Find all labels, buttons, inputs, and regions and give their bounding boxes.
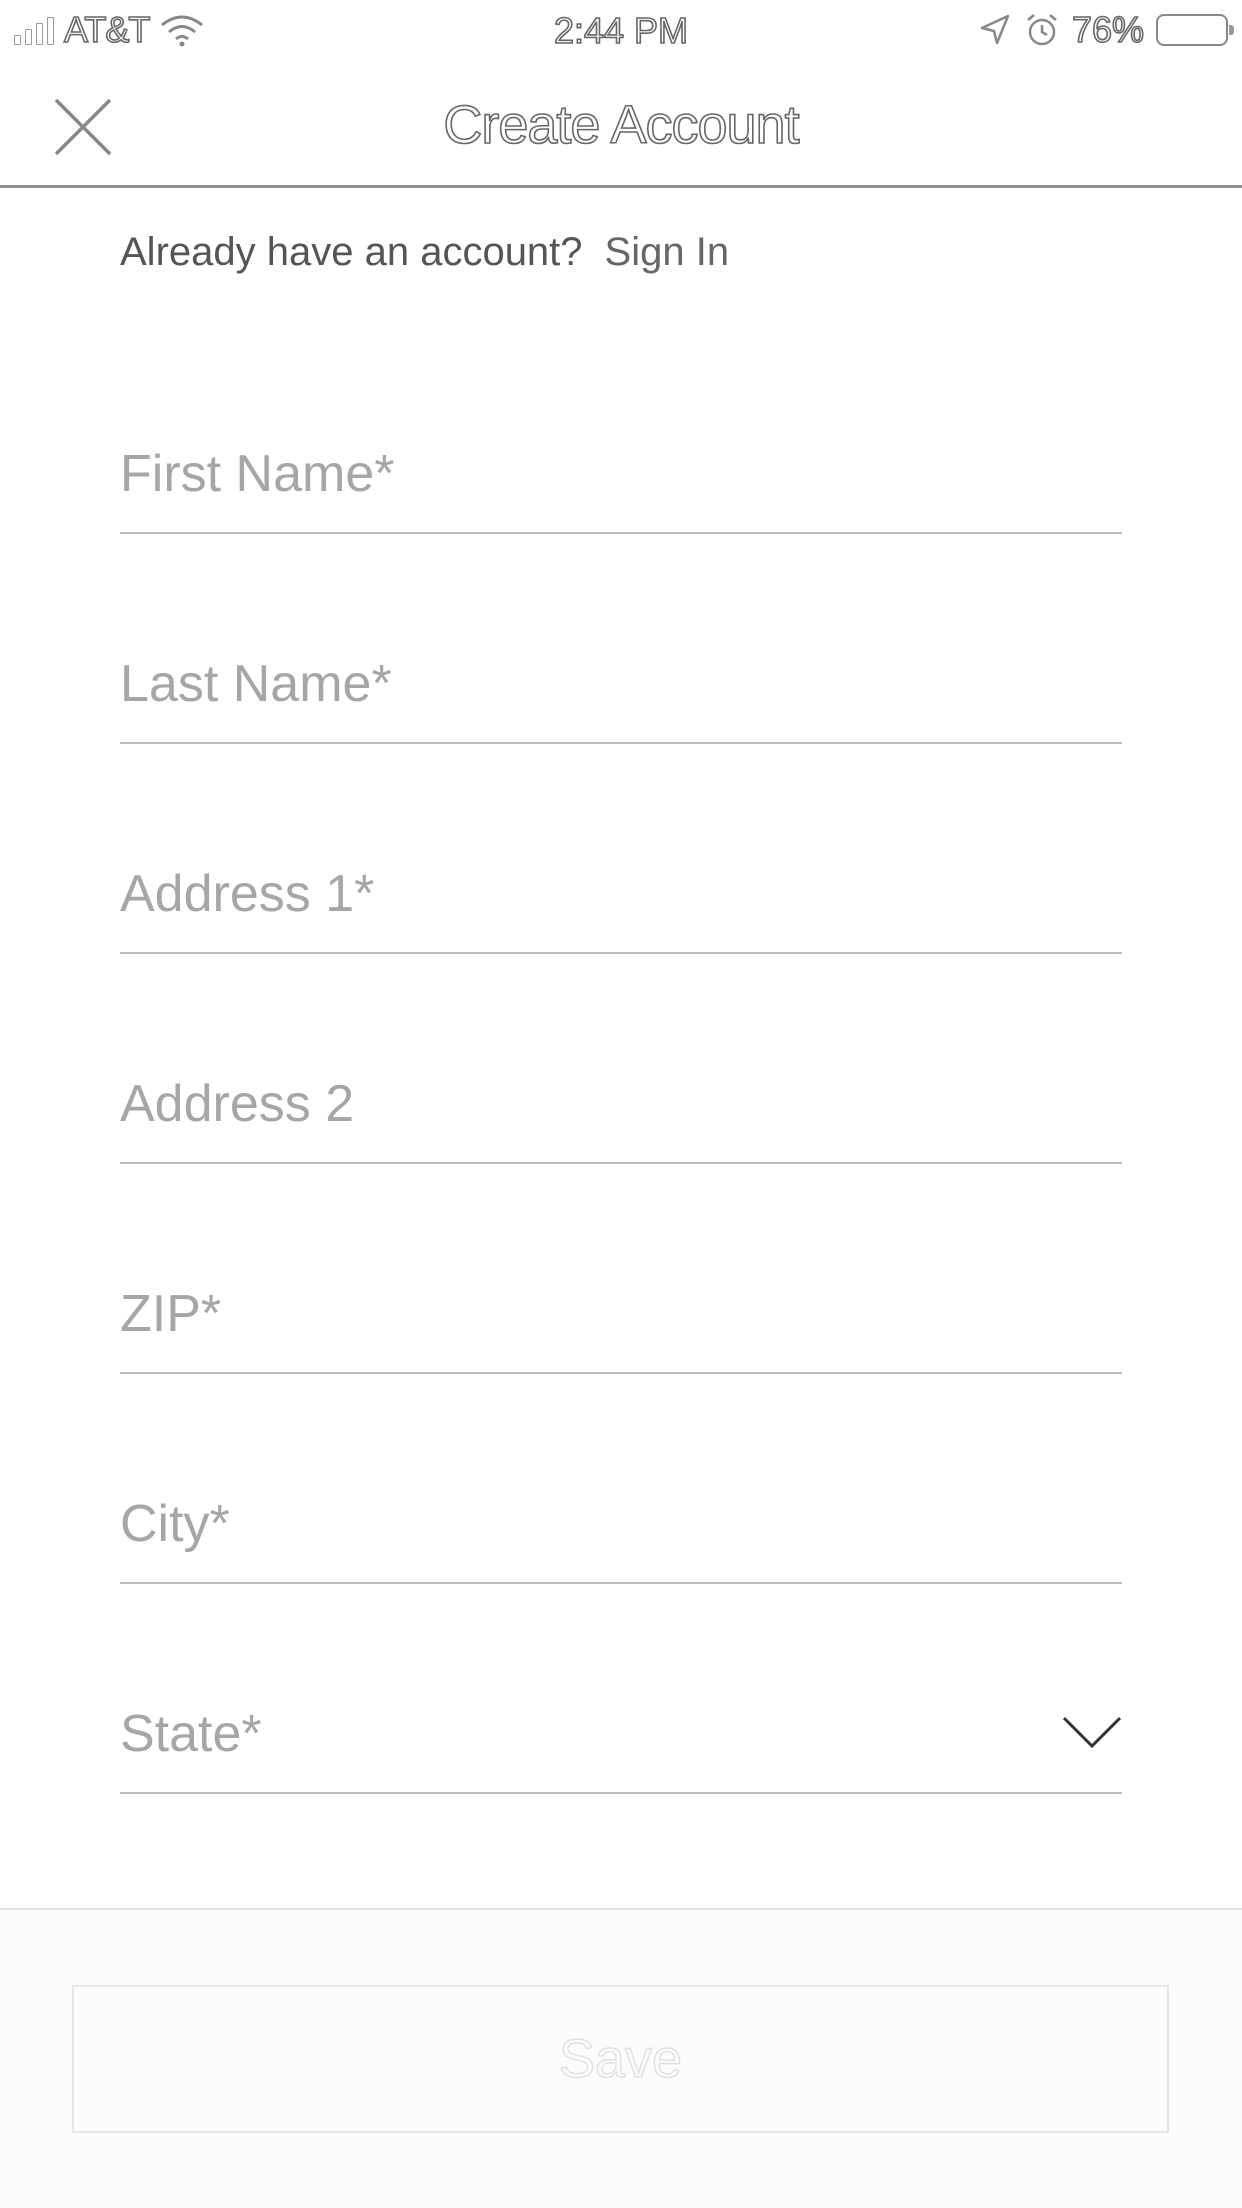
status-right: 76% (978, 8, 1234, 51)
address2-placeholder: Address 2 (120, 1075, 355, 1133)
first-name-field[interactable]: First Name* (120, 412, 1122, 534)
footer-bar: Save (0, 1908, 1242, 2208)
signin-link[interactable]: Sign In (605, 230, 730, 274)
address1-field[interactable]: Address 1* (120, 832, 1122, 954)
page-title: Create Account (443, 94, 801, 156)
city-field[interactable]: City* (120, 1462, 1122, 1584)
status-bar: AT&T 2:44 PM 76% (0, 0, 1242, 62)
chevron-down-icon[interactable] (1062, 1714, 1122, 1750)
signin-row: Already have an account? Sign In (120, 230, 729, 275)
battery-percent: 76% (1071, 8, 1145, 51)
first-name-placeholder: First Name* (120, 445, 395, 503)
nav-bar: Create Account (0, 62, 1242, 188)
last-name-field[interactable]: Last Name* (120, 622, 1122, 744)
state-select[interactable]: State* (120, 1672, 1122, 1794)
city-placeholder: City* (120, 1495, 230, 1553)
last-name-placeholder: Last Name* (120, 655, 392, 713)
zip-placeholder: ZIP* (120, 1285, 222, 1343)
save-button[interactable]: Save (72, 1985, 1169, 2133)
address1-placeholder: Address 1* (120, 865, 375, 923)
signin-prompt: Already have an account? (120, 230, 583, 274)
zip-field[interactable]: ZIP* (120, 1252, 1122, 1374)
location-arrow-icon (980, 14, 1010, 45)
address2-field[interactable]: Address 2 (120, 1042, 1122, 1164)
battery-icon (1156, 14, 1234, 46)
state-placeholder: State* (120, 1705, 262, 1763)
save-button-label: Save (558, 2028, 683, 2089)
alarm-icon (1027, 14, 1057, 46)
